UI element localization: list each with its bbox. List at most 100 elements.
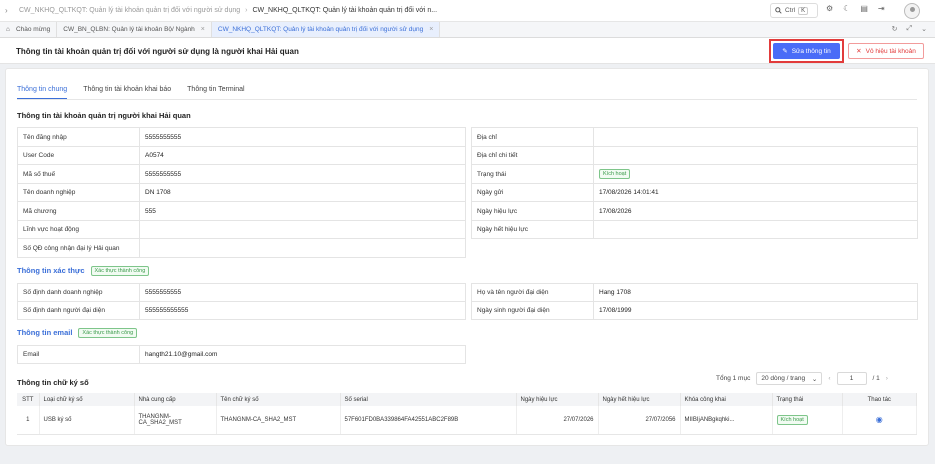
total-count: Tổng 1 mục [716, 375, 751, 382]
info-row: Ngày hết hiệu lực [472, 221, 918, 239]
tab-label: Chào mừng [15, 26, 51, 33]
chevron-down-icon: ⌄ [811, 375, 818, 383]
field-label: Địa chỉ [472, 128, 594, 146]
status-badge: Kích hoạt [776, 414, 808, 425]
verify-info-left: Số định danh doanh nghiệp 5555555555 Số đ… [17, 283, 466, 320]
cell-type: USB ký số [39, 406, 135, 435]
column-header: Ngày hết hiệu lực [598, 393, 681, 406]
layout-icon[interactable]: ▤ [860, 4, 868, 13]
field-value: Kích hoạt [594, 165, 918, 183]
table-header-row: STT Loại chữ ký số Nhà cung cấp Tên chữ … [17, 393, 917, 406]
search-shortcut-label: Ctrl [785, 7, 796, 14]
divider [17, 99, 917, 100]
breadcrumb-item[interactable]: CW_NKHQ_QLTKQT: Quản lý tài khoản quản t… [19, 7, 240, 14]
cell-provider: THANGNM-CA_SHA2_MST [134, 406, 217, 435]
main-info-right: Địa chỉ Địa chỉ chi tiết Trạng thái Kích … [471, 127, 918, 239]
cell-valid-to: 27/07/2056 [598, 406, 681, 435]
main-info-left: Tên đăng nhập 5555555555 User Code A0574 M… [17, 127, 466, 258]
page-title: Thông tin tài khoản quản trị đối với ngư… [16, 47, 299, 56]
page-size-select[interactable]: 20 dòng / trang ⌄ [756, 372, 823, 385]
table-row: 1 USB ký số THANGNM-CA_SHA2_MST THANGNM-… [17, 406, 917, 435]
section-title-signature: Thông tin chữ ký số [17, 378, 89, 387]
field-value [140, 239, 466, 257]
verified-badge: Xác thực thành công [78, 328, 138, 339]
field-label: Họ và tên người đại diện [472, 284, 594, 301]
home-icon: ⌂ [6, 26, 10, 33]
breadcrumb: CW_NKHQ_QLTKQT: Quản lý tài khoản quản t… [19, 7, 437, 14]
search-button[interactable]: Ctrl K [770, 3, 818, 18]
field-label: Ngày sinh người đại diện [472, 302, 594, 319]
avatar[interactable] [904, 3, 920, 19]
field-label: Số QĐ công nhận đại lý Hải quan [18, 239, 140, 257]
field-label: Trạng thái [472, 165, 594, 183]
cell-status: Kích hoạt [772, 406, 843, 435]
theme-icon[interactable]: ☾ [843, 4, 850, 13]
field-value: 555555555555 [140, 302, 466, 319]
info-row: User Code A0574 [18, 147, 466, 165]
disable-account-button[interactable]: ✕ Vô hiệu tài khoản [848, 43, 924, 59]
field-label: Mã chương [18, 202, 140, 220]
info-row: Lĩnh vực hoạt động [18, 221, 466, 239]
field-value: A0574 [140, 147, 466, 164]
info-row: Số định danh doanh nghiệp 5555555555 [18, 284, 466, 302]
field-label: Số định danh người đại diện [18, 302, 140, 319]
logout-icon[interactable]: ⇥ [878, 4, 885, 13]
field-value: 17/08/2026 [594, 202, 918, 220]
section-title-main: Thông tin tài khoản quản trị người khai … [17, 111, 191, 120]
disable-account-label: Vô hiệu tài khoản [865, 47, 916, 55]
tab-terminal[interactable]: Thông tin Terminal [187, 86, 244, 99]
info-row: Số định danh người đại diện 555555555555 [18, 302, 466, 320]
chevron-down-icon[interactable]: ⌄ [921, 25, 927, 33]
refresh-icon[interactable]: ↻ [892, 25, 898, 33]
tab-declaration-account[interactable]: Thông tin tài khoản khai báo [83, 86, 171, 99]
tab-bn-qlbn[interactable]: CW_BN_QLBN: Quản lý tài khoản Bộ/ Ngành … [57, 22, 212, 37]
section-title-email: Thông tin email Xác thực thành công [17, 328, 138, 339]
field-value: 5555555555 [140, 128, 466, 146]
info-row: Mã số thuế 5555555555 [18, 165, 466, 184]
prev-page-icon[interactable]: ‹ [828, 375, 830, 382]
tab-general[interactable]: Thông tin chung [17, 86, 68, 99]
close-icon[interactable]: × [201, 26, 205, 33]
field-value [140, 221, 466, 238]
tab-label: CW_NKHQ_QLTKQT: Quản lý tài khoản quản t… [217, 26, 424, 33]
cell-actions: ◉ [842, 406, 917, 435]
page-input[interactable]: 1 [836, 372, 867, 385]
info-row: Ngày gửi 17/08/2026 14:01:41 [472, 184, 918, 202]
expand-icon[interactable]: ⤢ [907, 25, 913, 33]
info-row: Mã chương 555 [18, 202, 466, 221]
cell-name: THANGNM-CA_SHA2_MST [216, 406, 341, 435]
field-value: 17/08/1999 [594, 302, 918, 319]
close-icon: ✕ [856, 48, 862, 55]
cell-serial: 57F601FD0BA339864FA42551ABC2F89B [340, 406, 517, 435]
breadcrumb-separator-icon: › [245, 7, 248, 14]
cell-public-key: MIIBIjANBgkqhki... [680, 406, 773, 435]
tab-welcome[interactable]: ⌂ Chào mừng [0, 22, 58, 37]
field-label: Địa chỉ chi tiết [472, 147, 594, 164]
field-value [594, 147, 918, 164]
tab-controls: ↻ ⤢ ⌄ [892, 25, 927, 33]
next-page-icon[interactable]: › [886, 375, 888, 382]
column-header: Nhà cung cấp [134, 393, 217, 406]
tab-nkhq-qltkqt[interactable]: CW_NKHQ_QLTKQT: Quản lý tài khoản quản t… [211, 22, 441, 37]
info-row: Địa chỉ [472, 128, 918, 147]
column-header: Ngày hiệu lực [516, 393, 599, 406]
field-value [594, 128, 918, 146]
section-title-verify: Thông tin xác thực Xác thực thành công [17, 266, 150, 277]
edit-info-label: Sửa thông tin [791, 47, 831, 55]
column-header: Số serial [340, 393, 517, 406]
view-icon[interactable]: ◉ [876, 415, 883, 424]
close-icon[interactable]: × [429, 26, 433, 33]
info-row: Số QĐ công nhận đại lý Hải quan [18, 239, 466, 258]
settings-icon[interactable]: ⚙ [826, 4, 833, 13]
info-row: Họ và tên người đại diện Hang 1708 [472, 284, 918, 302]
section-title-text: Thông tin email [17, 328, 73, 337]
field-label: Ngày hiệu lực [472, 202, 594, 220]
edit-info-button[interactable]: ✎ Sửa thông tin [773, 43, 840, 59]
field-label: Số định danh doanh nghiệp [18, 284, 140, 301]
breadcrumb-current: CW_NKHQ_QLTKQT: Quản lý tài khoản quản t… [252, 7, 438, 14]
signature-table: STT Loại chữ ký số Nhà cung cấp Tên chữ … [17, 393, 917, 435]
page-size-value: 20 dòng / trang [761, 375, 806, 382]
chevron-right-icon[interactable]: › [5, 6, 19, 15]
sub-tabs: Thông tin chung Thông tin tài khoản khai… [17, 86, 245, 99]
field-label: Ngày gửi [472, 184, 594, 201]
